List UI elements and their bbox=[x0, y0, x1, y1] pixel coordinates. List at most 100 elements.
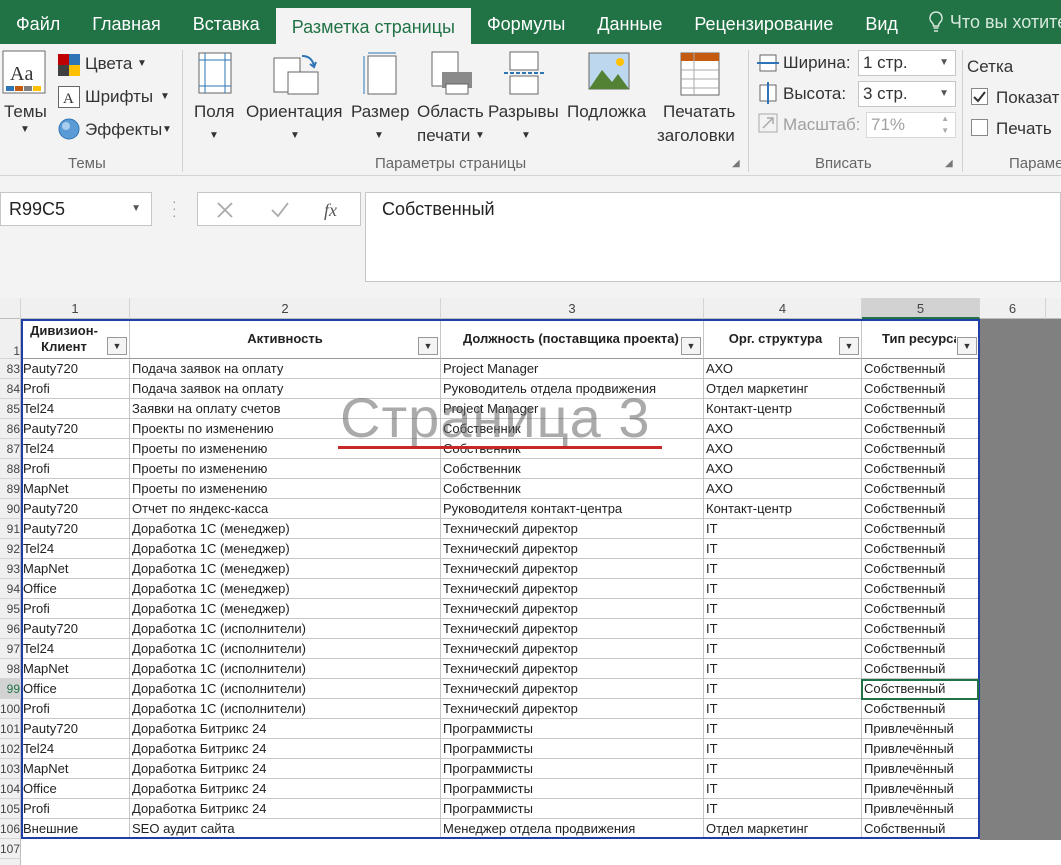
table-cell[interactable]: Собственный bbox=[862, 639, 980, 659]
table-cell[interactable]: IT bbox=[704, 519, 862, 539]
table-cell[interactable]: Office bbox=[21, 779, 130, 799]
table-cell[interactable]: Отдел маркетинг bbox=[704, 379, 862, 399]
table-cell[interactable]: Доработка 1С (менеджер) bbox=[130, 579, 441, 599]
table-cell[interactable]: Собственный bbox=[862, 539, 980, 559]
table-cell[interactable]: Profi bbox=[21, 379, 130, 399]
insert-function-icon[interactable]: fx bbox=[322, 198, 346, 222]
row-header[interactable]: 96 bbox=[0, 619, 21, 639]
table-cell[interactable]: Собственник bbox=[441, 459, 704, 479]
table-cell[interactable]: Собственный bbox=[862, 599, 980, 619]
table-cell[interactable]: Менеджер отдела продвижения bbox=[441, 819, 704, 839]
table-cell[interactable]: Технический директор bbox=[441, 679, 704, 699]
table-cell[interactable]: Отдел маркетинг bbox=[704, 819, 862, 839]
cancel-icon[interactable] bbox=[216, 201, 234, 219]
table-header-division[interactable]: Дивизион-Клиент ▼ bbox=[21, 319, 130, 359]
table-cell[interactable]: Office bbox=[21, 579, 130, 599]
enter-check-icon[interactable] bbox=[270, 201, 290, 219]
table-cell[interactable]: Доработка 1С (исполнители) bbox=[130, 619, 441, 639]
table-cell[interactable]: Проеты по изменению bbox=[130, 479, 441, 499]
row-header[interactable]: 85 bbox=[0, 399, 21, 419]
table-cell[interactable]: Привлечённый bbox=[862, 779, 980, 799]
filter-dropdown-icon[interactable]: ▼ bbox=[839, 337, 859, 355]
table-cell[interactable]: Доработка 1С (менеджер) bbox=[130, 599, 441, 619]
table-cell[interactable]: MapNet bbox=[21, 659, 130, 679]
table-cell[interactable]: Собственный bbox=[862, 359, 980, 379]
table-cell[interactable]: Tel24 bbox=[21, 739, 130, 759]
table-cell[interactable]: Технический директор bbox=[441, 699, 704, 719]
table-cell[interactable]: Привлечённый bbox=[862, 739, 980, 759]
table-cell[interactable]: Собственный bbox=[862, 619, 980, 639]
formula-input[interactable]: Собственный bbox=[365, 192, 1061, 282]
table-cell[interactable]: Программисты bbox=[441, 799, 704, 819]
row-header[interactable]: 97 bbox=[0, 639, 21, 659]
table-cell[interactable]: Доработка 1С (исполнители) bbox=[130, 659, 441, 679]
table-cell[interactable]: Tel24 bbox=[21, 639, 130, 659]
table-cell[interactable]: IT bbox=[704, 599, 862, 619]
row-header[interactable]: 100 bbox=[0, 699, 21, 719]
table-cell[interactable]: Привлечённый bbox=[862, 719, 980, 739]
row-header[interactable]: 91 bbox=[0, 519, 21, 539]
table-cell[interactable]: Собственный bbox=[862, 439, 980, 459]
table-cell[interactable]: Подача заявок на оплату bbox=[130, 359, 441, 379]
row-header[interactable]: 98 bbox=[0, 659, 21, 679]
row-header[interactable]: 105 bbox=[0, 799, 21, 819]
table-cell[interactable]: Pauty720 bbox=[21, 419, 130, 439]
row-header[interactable]: 106 bbox=[0, 819, 21, 839]
table-cell[interactable]: Office bbox=[21, 679, 130, 699]
column-header[interactable]: 3 bbox=[441, 298, 704, 319]
table-cell[interactable]: Собственный bbox=[862, 379, 980, 399]
table-cell[interactable]: Profi bbox=[21, 699, 130, 719]
table-cell[interactable]: Технический директор bbox=[441, 659, 704, 679]
table-cell[interactable]: Доработка 1С (исполнители) bbox=[130, 699, 441, 719]
column-header[interactable]: 2 bbox=[130, 298, 441, 319]
table-cell[interactable]: Project Manager bbox=[441, 359, 704, 379]
table-cell[interactable]: Собственный bbox=[862, 419, 980, 439]
table-cell[interactable]: IT bbox=[704, 619, 862, 639]
table-cell[interactable]: Pauty720 bbox=[21, 499, 130, 519]
table-cell[interactable]: Технический директор bbox=[441, 519, 704, 539]
table-cell[interactable]: Доработка 1С (менеджер) bbox=[130, 559, 441, 579]
row-header[interactable]: 83 bbox=[0, 359, 21, 379]
row-header[interactable]: 102 bbox=[0, 739, 21, 759]
table-cell[interactable]: MapNet bbox=[21, 559, 130, 579]
table-cell[interactable]: Собственный bbox=[862, 459, 980, 479]
table-cell[interactable]: Проеты по изменению bbox=[130, 459, 441, 479]
table-cell[interactable]: Контакт-центр bbox=[704, 499, 862, 519]
table-cell[interactable]: Отчет по яндекс-касса bbox=[130, 499, 441, 519]
row-header[interactable]: 89 bbox=[0, 479, 21, 499]
table-cell[interactable]: Собственный bbox=[862, 819, 980, 839]
tab-file[interactable]: Файл bbox=[0, 0, 76, 44]
table-cell[interactable]: Технический директор bbox=[441, 619, 704, 639]
worksheet-grid[interactable]: 1 2 3 4 5 6 1 83 84 85 86 87 88 89 90 91 92 93 94 95 9… bbox=[0, 298, 1061, 865]
table-cell[interactable]: Собственный bbox=[862, 559, 980, 579]
gridlines-print-checkbox[interactable] bbox=[971, 119, 988, 136]
row-header[interactable]: 87 bbox=[0, 439, 21, 459]
filter-dropdown-icon[interactable]: ▼ bbox=[418, 337, 438, 355]
table-cell[interactable]: Доработка Битрикс 24 bbox=[130, 759, 441, 779]
tab-page-layout[interactable]: Разметка страницы bbox=[275, 8, 471, 44]
row-header[interactable]: 84 bbox=[0, 379, 21, 399]
row-header[interactable]: 99 bbox=[0, 679, 21, 699]
table-cell[interactable]: Pauty720 bbox=[21, 519, 130, 539]
column-header-selected[interactable]: 5 bbox=[862, 298, 980, 319]
table-cell[interactable]: Собственный bbox=[862, 399, 980, 419]
table-cell[interactable]: MapNet bbox=[21, 759, 130, 779]
gridlines-view-checkbox[interactable] bbox=[971, 88, 988, 105]
dialog-launcher-icon[interactable]: ◢ bbox=[732, 158, 740, 169]
table-cell[interactable]: Доработка 1С (менеджер) bbox=[130, 539, 441, 559]
table-header-resource-type[interactable]: Тип ресурса ▼ bbox=[862, 319, 980, 359]
filter-dropdown-icon[interactable]: ▼ bbox=[681, 337, 701, 355]
tab-view[interactable]: Вид bbox=[849, 0, 914, 44]
table-cell[interactable]: IT bbox=[704, 779, 862, 799]
width-dropdown[interactable]: 1 стр. ▼ bbox=[858, 50, 956, 76]
row-header[interactable]: 86 bbox=[0, 419, 21, 439]
tell-me-box[interactable]: Что вы хотите сде bbox=[914, 0, 1061, 44]
table-cell[interactable]: Tel24 bbox=[21, 399, 130, 419]
table-cell[interactable]: Доработка 1С (исполнители) bbox=[130, 679, 441, 699]
table-cell[interactable]: Доработка Битрикс 24 bbox=[130, 779, 441, 799]
table-cell[interactable]: IT bbox=[704, 579, 862, 599]
select-all-corner[interactable] bbox=[0, 298, 21, 319]
column-header[interactable]: 1 bbox=[21, 298, 130, 319]
table-cell[interactable]: Tel24 bbox=[21, 439, 130, 459]
row-header[interactable]: 93 bbox=[0, 559, 21, 579]
